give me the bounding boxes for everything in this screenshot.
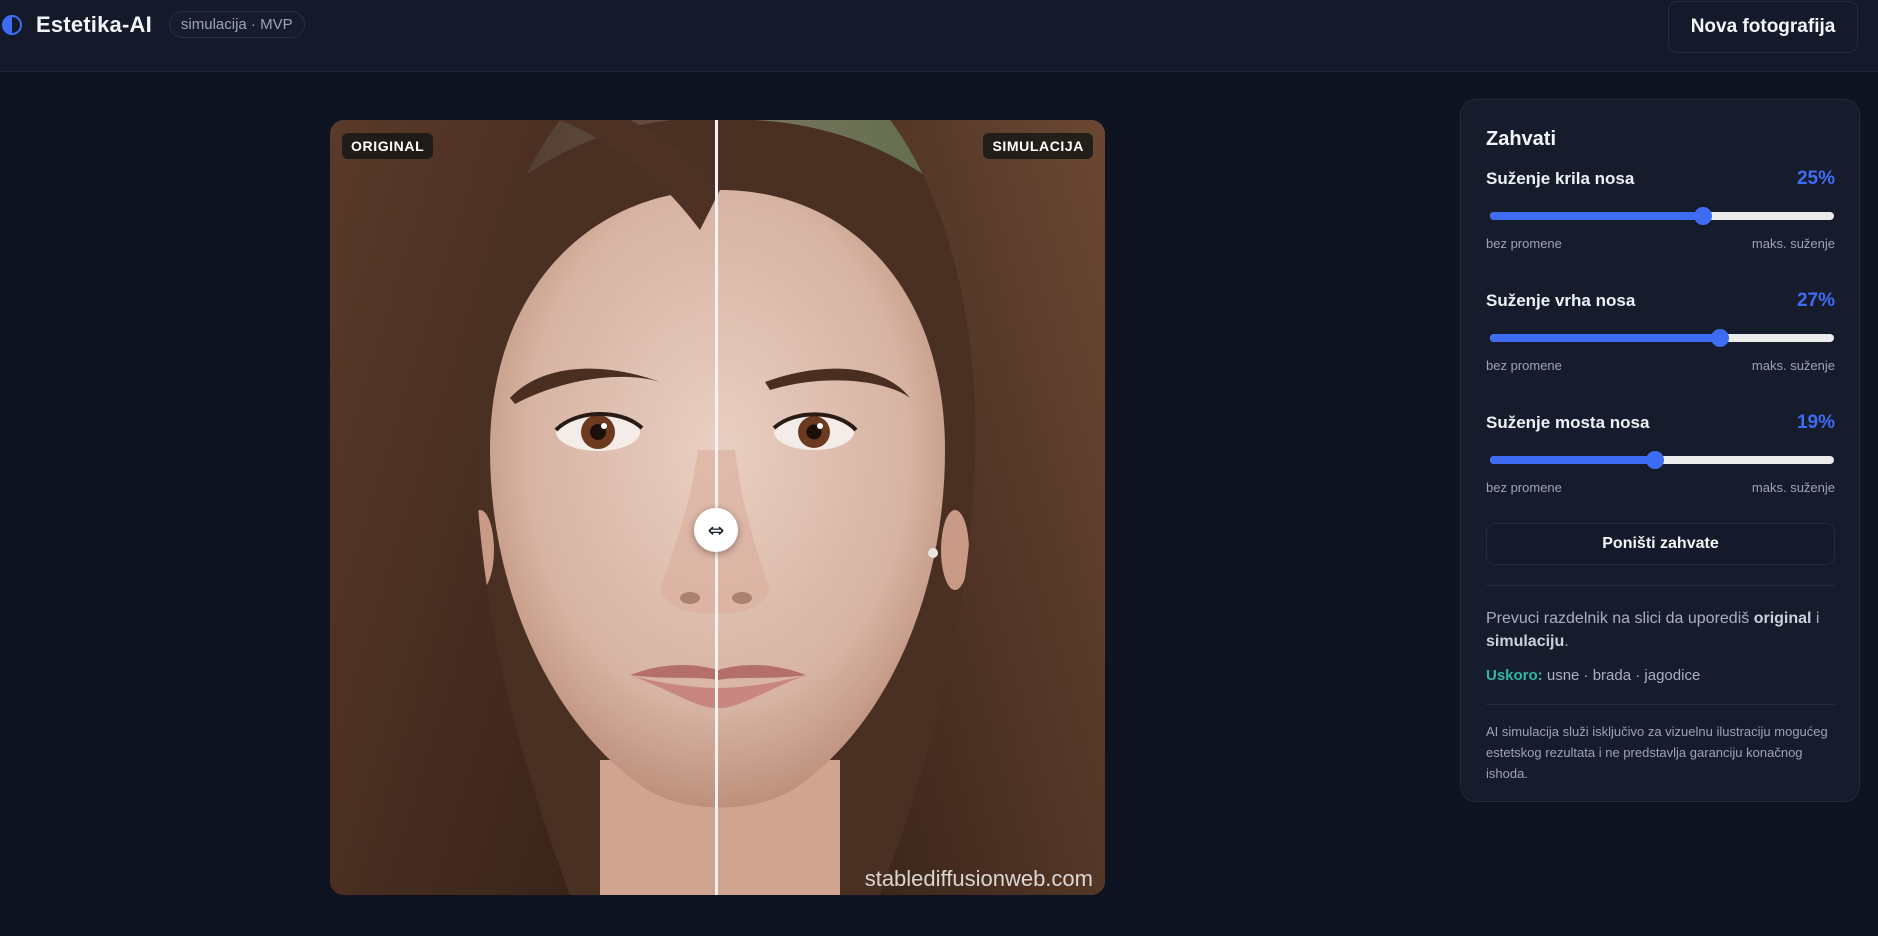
reset-procedures-button[interactable]: Poništi zahvate (1486, 523, 1835, 565)
slider-value: 19% (1796, 412, 1835, 433)
divider (1486, 704, 1835, 705)
slider-label: Suženje mosta nosa (1486, 413, 1650, 432)
hint-simulation: simulaciju (1486, 633, 1565, 650)
mode-badge: simulacija · MVP (168, 11, 305, 38)
slider-fill (1490, 334, 1721, 342)
divider (1486, 585, 1835, 586)
compare-hint: Prevuci razdelnik na slici da uporediš o… (1486, 607, 1835, 653)
hint-suffix: . (1564, 633, 1569, 650)
slider-thumb[interactable] (1694, 207, 1713, 225)
slider-track[interactable] (1490, 207, 1834, 225)
disclaimer-text: AI simulacija služi isključivo za vizuel… (1486, 724, 1828, 781)
simulation-label: SIMULACIJA (983, 133, 1093, 159)
app-name: Estetika-AI (36, 11, 152, 37)
slider-fill (1490, 456, 1656, 464)
coming-soon: Uskoro: usne · brada · jagodice (1486, 667, 1835, 684)
photo-compare-viewer[interactable]: ⇔ ORIGINAL SIMULACIJA stablediffusionweb… (330, 120, 1105, 895)
slider-min-label: bez promene (1486, 236, 1562, 251)
slider-min-label: bez promene (1486, 358, 1562, 373)
slider-value: 25% (1796, 168, 1835, 189)
slider-thumb[interactable] (1646, 451, 1665, 469)
slider-thumb[interactable] (1711, 329, 1730, 347)
slider-nose-tip: Suženje vrha nosa 27% bez promene maks. … (1486, 290, 1835, 400)
coming-soon-items: usne · brada · jagodice (1542, 667, 1701, 684)
slider-track[interactable] (1490, 329, 1834, 347)
slider-min-label: bez promene (1486, 480, 1562, 495)
top-bar: Estetika-AI simulacija · MVP Nova fotogr… (0, 0, 1878, 72)
new-photo-button[interactable]: Nova fotografija (1668, 1, 1858, 53)
slider-max-label: maks. suženje (1751, 480, 1835, 495)
horizontal-arrows-icon[interactable]: ⇔ (694, 508, 738, 552)
slider-label: Suženje krila nosa (1486, 169, 1635, 188)
procedures-panel: Zahvati Suženje krila nosa 25% bez prome… (1460, 99, 1860, 802)
original-label: ORIGINAL (342, 133, 434, 159)
hint-original: original (1753, 610, 1812, 627)
slider-fill (1490, 212, 1704, 220)
coming-soon-label: Uskoro: (1486, 667, 1543, 684)
slider-nose-bridge: Suženje mosta nosa 19% bez promene maks.… (1486, 412, 1835, 522)
hint-mid: i (1811, 610, 1820, 627)
panel-title: Zahvati (1486, 128, 1557, 150)
half-circle-icon (2, 14, 22, 35)
slider-label: Suženje vrha nosa (1486, 291, 1636, 310)
slider-max-label: maks. suženje (1751, 236, 1835, 251)
slider-value: 27% (1796, 290, 1835, 311)
watermark: stablediffusionweb.com (864, 866, 1093, 891)
slider-max-label: maks. suženje (1751, 358, 1835, 373)
slider-track[interactable] (1490, 451, 1834, 469)
slider-nose-wings: Suženje krila nosa 25% bez promene maks.… (1486, 168, 1835, 278)
brand: Estetika-AI simulacija · MVP (2, 11, 305, 38)
hint-prefix: Prevuci razdelnik na slici da uporediš (1486, 610, 1754, 627)
